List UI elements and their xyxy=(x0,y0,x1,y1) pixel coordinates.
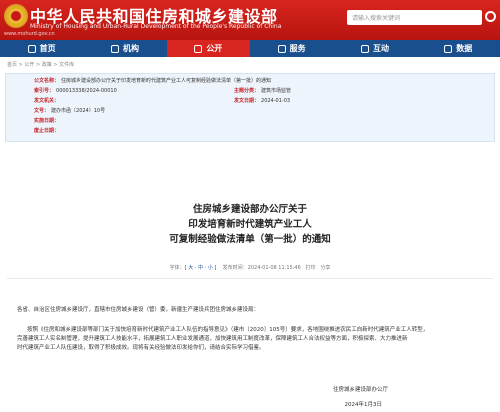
nav-item-interaction[interactable]: 互动 xyxy=(333,40,416,57)
breadcrumb[interactable]: 首页 > 公开 > 政策 > 文件库 xyxy=(0,57,500,70)
site-title-english: Ministry of Housing and Urban-Rural Deve… xyxy=(30,23,282,30)
info-pubdate-row: 发文日期： 2024-01-03 xyxy=(234,96,290,106)
signature-org: 住房城乡建设部办公厅 xyxy=(332,387,388,393)
publish-time-label: 发布时间： xyxy=(222,265,248,271)
search-input[interactable]: 请输入搜索关键词 xyxy=(347,10,482,25)
nav-item-public[interactable]: 公开 xyxy=(166,40,250,57)
info-label: 废止日期： xyxy=(34,128,60,134)
building-icon xyxy=(110,44,119,53)
nav-item-data[interactable]: 数据 xyxy=(417,40,500,57)
info-org-row: 发文机关： xyxy=(34,96,61,106)
nav-item-home[interactable]: 首页 xyxy=(0,40,83,57)
article-body-line-1: 按照《住房和城乡建设部等部门关于加快培育新时代建筑产业工人队伍的指导意见》（建市… xyxy=(27,327,429,333)
divider xyxy=(7,278,493,279)
search-icon[interactable] xyxy=(485,11,496,22)
info-effective-row: 实施日期： xyxy=(34,116,61,126)
info-title-row: 公文名称： 住房城乡建设部办公厅关于印发培育新时代建筑产业工人可复制经验做法清单（… xyxy=(34,76,271,86)
nav-item-service[interactable]: 服务 xyxy=(250,40,333,57)
article-title-line-3: 可复制经验做法清单（第一批）的通知 xyxy=(169,234,331,245)
signature-date: 2024年1月3日 xyxy=(344,402,383,408)
document-icon xyxy=(194,44,203,53)
article-body-line-2: 完善建筑工人实名制管理，提升建筑工人技能水平，拓展建筑工人职业发展通道，加快建筑… xyxy=(17,336,408,342)
document-info-box: 公文名称： 住房城乡建设部办公厅关于印发培育新时代建筑产业工人可复制经验做法清单（… xyxy=(5,73,495,142)
nav-item-organization[interactable]: 机构 xyxy=(83,40,166,57)
info-label: 发文机关： xyxy=(34,98,60,104)
chat-icon xyxy=(360,44,369,53)
national-emblem-icon xyxy=(4,4,28,28)
info-label: 索引号： xyxy=(34,88,55,94)
service-icon xyxy=(277,44,286,53)
nav-item-label: 机构 xyxy=(122,44,139,53)
info-label: 公文名称： xyxy=(34,78,60,84)
article-recipients: 各省、自治区住房城乡建设厅，直辖市住房城乡建设（管）委，新疆生产建设兵团住房城乡… xyxy=(17,307,260,313)
article-title-line-2: 印发培育新时代建筑产业工人 xyxy=(188,219,312,230)
article-meta: 字体：[ 大 · 中 · 小 ] 发布时间：2024-01-08 11:15:4… xyxy=(0,264,500,271)
chart-icon xyxy=(444,44,453,53)
share-button[interactable]: 分享 xyxy=(320,265,330,271)
site-url: www.mohurd.gov.cn xyxy=(4,31,55,37)
nav-item-label: 互动 xyxy=(372,44,389,53)
site-header: 中华人民共和国住房和城乡建设部 Ministry of Housing and … xyxy=(0,0,500,40)
info-label: 发文日期： xyxy=(234,98,260,104)
info-category-row: 主题分类： 建筑市场监管 xyxy=(234,86,291,96)
info-value: 2024-01-03 xyxy=(261,98,291,104)
info-label: 文号： xyxy=(34,108,50,114)
info-index-row: 索引号： 000013338/2024-00010 xyxy=(34,86,117,96)
info-value: 000013338/2024-00010 xyxy=(56,88,117,94)
info-value: 建筑市场监管 xyxy=(261,88,292,94)
nav-item-label: 首页 xyxy=(39,44,56,53)
nav-item-label: 服务 xyxy=(289,44,306,53)
info-label: 实施日期： xyxy=(34,118,60,124)
nav-item-label: 公开 xyxy=(206,44,223,53)
info-docno-row: 文号： 建办市函〔2024〕10号 xyxy=(34,106,105,116)
article-title-line-1: 住房城乡建设部办公厅关于 xyxy=(192,204,307,215)
info-value: 建办市函〔2024〕10号 xyxy=(51,108,106,114)
publish-time: 2024-01-08 11:15:46 xyxy=(247,265,301,271)
font-size-selector[interactable]: [ 大 · 中 · 小 ] xyxy=(185,265,217,271)
info-label: 主题分类： xyxy=(234,88,260,94)
main-nav: 首页 机构 公开 服务 互动 数据 xyxy=(0,40,500,57)
info-expiry-row: 废止日期： xyxy=(34,126,61,136)
print-button[interactable]: 打印 xyxy=(306,265,316,271)
info-value: 住房城乡建设部办公厅关于印发培育新时代建筑产业工人可复制经验做法清单（第一批）的… xyxy=(61,78,272,84)
font-size-label: 字体： xyxy=(169,265,185,271)
article-body-line-3: 时代建筑产业工人队伍建设，取得了积极成效。现将有关经验做法印发给你们，请结合实际… xyxy=(17,345,265,351)
nav-item-label: 数据 xyxy=(456,44,473,53)
home-icon xyxy=(27,44,36,53)
